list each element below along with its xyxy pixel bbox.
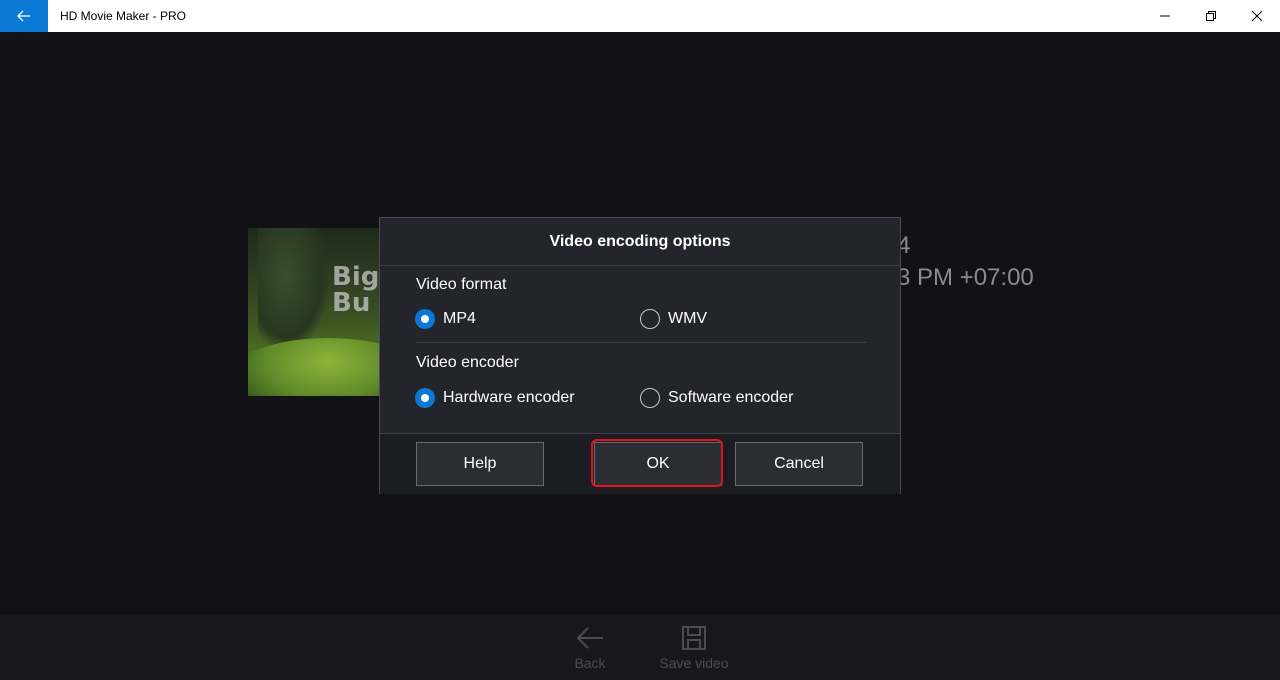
minimize-icon [1160, 15, 1170, 17]
radio-selected-icon [415, 309, 435, 329]
radio-software-encoder-label: Software encoder [668, 389, 794, 406]
save-video-label: Save video [659, 655, 729, 671]
ok-button[interactable]: OK [594, 442, 722, 486]
section-divider [416, 342, 866, 343]
help-button[interactable]: Help [416, 442, 544, 486]
radio-wmv[interactable]: WMV [640, 309, 707, 329]
arrow-left-icon [576, 627, 603, 649]
back-button[interactable]: Back [550, 625, 630, 680]
save-video-button[interactable]: Save video [654, 625, 734, 680]
video-encoder-label: Video encoder [416, 354, 519, 371]
radio-unselected-icon [640, 309, 660, 329]
radio-hardware-encoder-label: Hardware encoder [443, 389, 575, 406]
restore-button[interactable] [1188, 0, 1234, 32]
titlebar-back-button[interactable] [0, 0, 48, 32]
dialog-title: Video encoding options [380, 218, 900, 266]
dialog-footer: Help OK Cancel [380, 433, 900, 494]
radio-selected-icon [415, 388, 435, 408]
radio-wmv-label: WMV [668, 310, 708, 327]
video-format-label: Video format [416, 276, 507, 293]
video-encoding-dialog: Video encoding options Video format MP4 … [379, 217, 901, 494]
cancel-button[interactable]: Cancel [735, 442, 863, 486]
close-button[interactable] [1234, 0, 1280, 32]
radio-mp4[interactable]: MP4 [415, 309, 476, 329]
save-icon [682, 626, 706, 650]
radio-hardware-encoder[interactable]: Hardware encoder [415, 388, 575, 408]
radio-mp4-label: MP4 [443, 310, 476, 327]
close-icon [1251, 10, 1263, 22]
radio-unselected-icon [640, 388, 660, 408]
bottom-toolbar: Back Save video [0, 615, 1280, 680]
video-thumbnail: Big Bu [248, 228, 388, 396]
minimize-button[interactable] [1142, 0, 1188, 32]
app-title: HD Movie Maker - PRO [60, 9, 187, 23]
arrow-left-icon [17, 10, 30, 22]
video-info-line-2: 3 PM +07:00 [897, 264, 1034, 291]
radio-software-encoder[interactable]: Software encoder [640, 388, 793, 408]
restore-icon [1206, 11, 1216, 21]
title-bar: HD Movie Maker - PRO [0, 0, 1280, 32]
back-label: Back [574, 655, 606, 671]
